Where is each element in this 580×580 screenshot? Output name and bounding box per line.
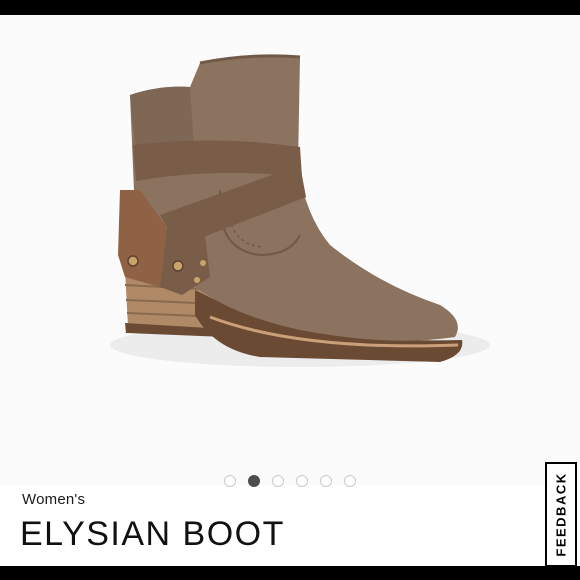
product-title: ELYSIAN BOOT <box>20 515 285 553</box>
image-pager <box>0 475 580 491</box>
pager-dot[interactable] <box>224 475 236 487</box>
pager-dot[interactable] <box>272 475 284 487</box>
feedback-label: FEEDBACK <box>553 472 569 557</box>
product-image-gallery[interactable] <box>0 15 580 487</box>
pager-dot[interactable] <box>320 475 332 487</box>
pager-dot[interactable] <box>296 475 308 487</box>
pager-dot-active[interactable] <box>248 475 260 487</box>
bottom-bar <box>0 566 580 580</box>
feedback-button[interactable]: FEEDBACK <box>545 462 577 567</box>
product-gender-label: Women's <box>22 491 86 508</box>
top-bar <box>0 0 580 15</box>
ankle-boot-image <box>110 54 490 367</box>
pager-dot[interactable] <box>344 475 356 487</box>
